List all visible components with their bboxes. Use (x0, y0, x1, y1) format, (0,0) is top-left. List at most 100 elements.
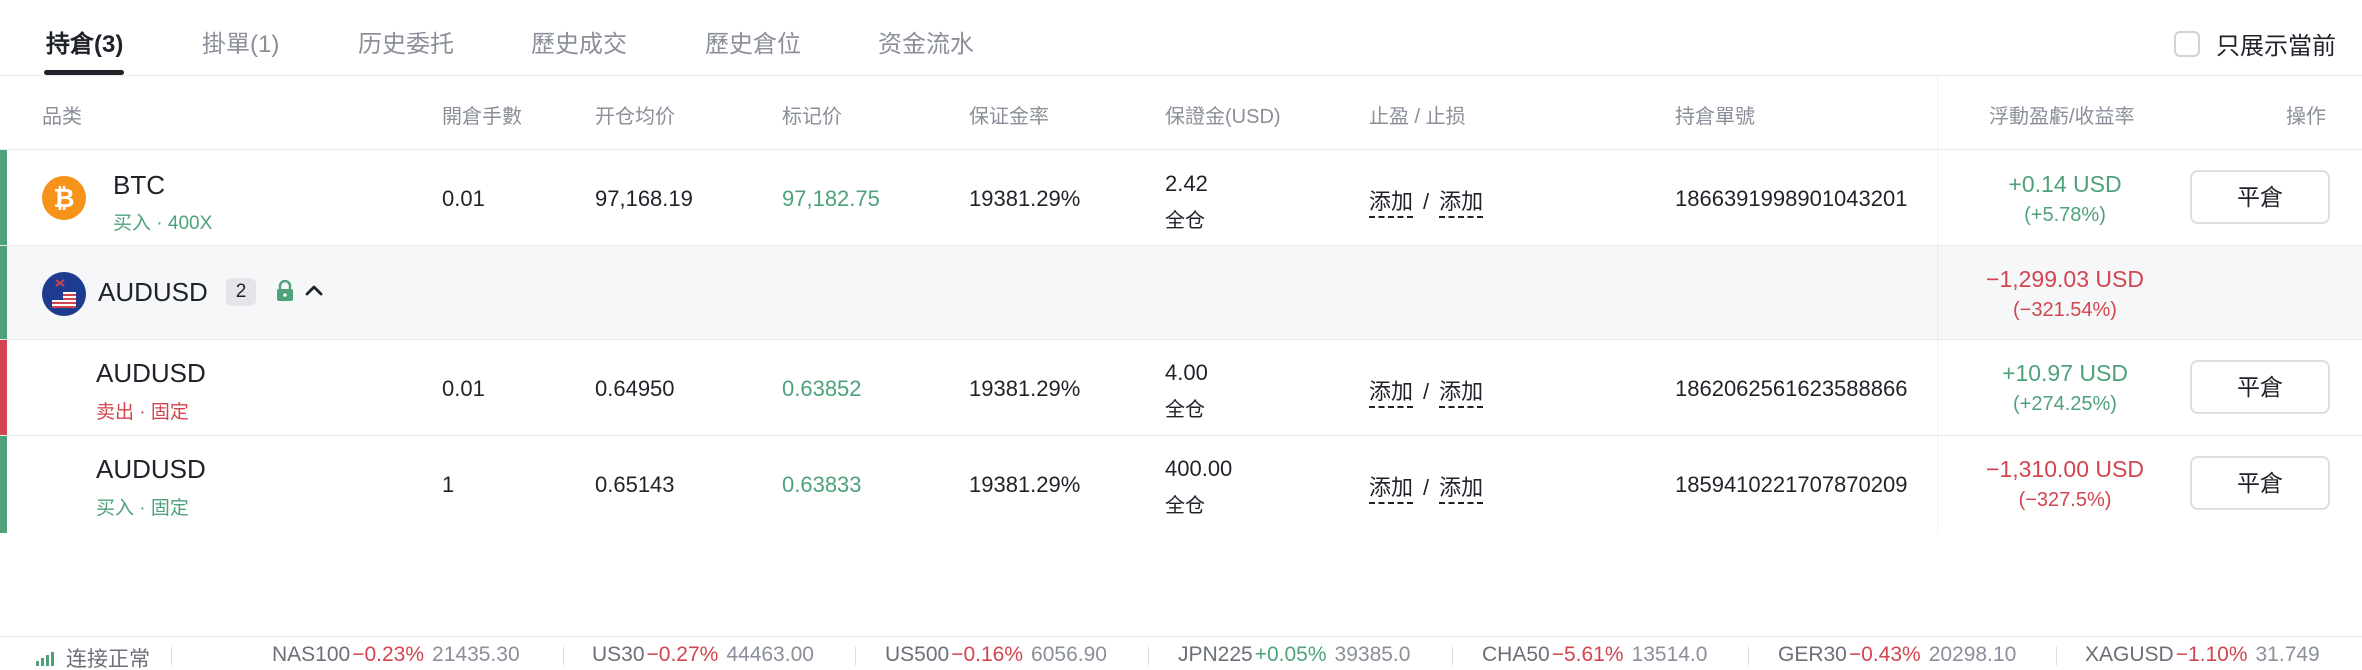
close-position-button[interactable]: 平倉 (2190, 360, 2330, 414)
col-lots: 開倉手數 (442, 106, 522, 128)
table-row: ₿ BTC 买入 · 400X 0.01 97,168.19 97,182.75… (0, 150, 2362, 246)
ticker-change: −0.43% (1848, 643, 1921, 666)
ticker-divider (2056, 647, 2057, 665)
group-side-indicator (0, 246, 7, 339)
ticker-item[interactable]: JPN225+0.05% 39385.0 (1178, 643, 1410, 667)
lots-value: 0.01 (442, 376, 485, 401)
pnl-rate: (+5.78%) (2024, 204, 2106, 226)
ticker-price: 21435.30 (432, 643, 520, 666)
margin-value: 4.00 (1165, 360, 1208, 385)
ticker-symbol: US30 (592, 643, 645, 666)
tab-order-history[interactable]: 历史委托 (358, 24, 454, 59)
lock-icon (276, 279, 294, 307)
only-current-label: 只展示當前 (2216, 33, 2336, 60)
add-take-profit-link[interactable]: 添加 (1369, 475, 1414, 504)
group-pnl-rate: (−321.54%) (2013, 299, 2117, 321)
ticker-item[interactable]: US30−0.27% 44463.00 (592, 643, 814, 667)
ticker-change: +0.05% (1254, 643, 1327, 666)
buy-side-indicator (0, 436, 7, 533)
group-symbol-name: AUDUSD (98, 277, 208, 307)
ticker-change: −1.10% (2175, 643, 2248, 666)
tp-sl-cell: 添加 / 添加 (1369, 184, 1484, 218)
close-position-button[interactable]: 平倉 (2190, 170, 2330, 224)
col-avg-price: 开仓均价 (595, 106, 675, 128)
margin-mode: 全仓 (1165, 399, 1205, 421)
margin-value: 2.42 (1165, 171, 1208, 196)
connection-status-label: 连接正常 (66, 648, 150, 670)
avg-price-value: 0.64950 (595, 376, 675, 401)
tab-positions[interactable]: 持倉(3) (46, 24, 123, 59)
col-margin: 保證金(USD) (1165, 106, 1281, 128)
ticker-item[interactable]: US500−0.16% 6056.90 (885, 643, 1107, 667)
tab-position-history[interactable]: 歷史倉位 (705, 24, 801, 59)
ticker-change: −0.23% (352, 643, 425, 666)
group-row[interactable]: AUDUSD 2 −1,299.03 USD (−321.54%) (0, 246, 2362, 340)
order-id: 1859410221707870209 (1675, 472, 1908, 497)
pnl-rate: (−327.5%) (2018, 489, 2112, 511)
table-row: AUDUSD 卖出 · 固定 0.01 0.64950 0.63852 1938… (0, 340, 2362, 436)
ticker-divider (1748, 647, 1749, 665)
ticker-symbol: NAS100 (272, 643, 351, 666)
pnl-value: +0.14 USD (2008, 171, 2122, 197)
ticker-symbol: JPN225 (1178, 643, 1253, 666)
order-id: 1862062561623588866 (1675, 376, 1908, 401)
add-stop-loss-link[interactable]: 添加 (1439, 475, 1484, 504)
add-stop-loss-link[interactable]: 添加 (1439, 189, 1484, 218)
pnl-value: +10.97 USD (2002, 360, 2128, 386)
group-count: 2 (226, 278, 256, 306)
lots-value: 1 (442, 472, 455, 497)
tp-sl-cell: 添加 / 添加 (1369, 470, 1484, 504)
margin-rate-value: 19381.29% (969, 376, 1081, 401)
ticker-divider (1148, 647, 1149, 665)
position-side: 买入 · 400X (113, 213, 213, 234)
col-symbol: 品类 (42, 106, 82, 128)
group-pnl-value: −1,299.03 USD (1986, 266, 2144, 292)
tab-fund-flow[interactable]: 资金流水 (878, 24, 974, 59)
only-current-checkbox[interactable] (2174, 30, 2200, 57)
mark-price-value: 97,182.75 (782, 186, 880, 211)
col-mark-price: 标记价 (782, 106, 842, 128)
ticker-divider (1452, 647, 1453, 665)
table-row: AUDUSD 买入 · 固定 1 0.65143 0.63833 19381.2… (0, 436, 2362, 533)
ticker-symbol: US500 (885, 643, 950, 666)
col-margin-rate: 保证金率 (969, 106, 1049, 128)
ticker-item[interactable]: CHA50−5.61% 13514.0 (1482, 643, 1707, 667)
add-stop-loss-link[interactable]: 添加 (1439, 379, 1484, 408)
position-tabs: 持倉(3) 掛單(1) 历史委托 歷史成交 歷史倉位 资金流水 只展示當前 (0, 0, 2362, 76)
add-take-profit-link[interactable]: 添加 (1369, 379, 1414, 408)
ticker-symbol: XAGUSD (2085, 643, 2174, 666)
tab-trade-history[interactable]: 歷史成交 (531, 24, 627, 59)
margin-rate-value: 19381.29% (969, 472, 1081, 497)
tab-pending-orders[interactable]: 掛單(1) (202, 24, 279, 59)
ticker-symbol: GER30 (1778, 643, 1847, 666)
add-take-profit-link[interactable]: 添加 (1369, 189, 1414, 218)
ticker-price: 20298.10 (1928, 643, 2017, 666)
pnl-cell: +10.97 USD (+274.25%) (1975, 360, 2155, 416)
avg-price-value: 97,168.19 (595, 186, 693, 211)
position-side: 卖出 · 固定 (96, 402, 189, 423)
ticker-price: 13514.0 (1631, 643, 1708, 666)
ticker-divider (171, 647, 172, 665)
tp-sl-cell: 添加 / 添加 (1369, 374, 1484, 408)
sticky-column-shadow (1937, 76, 1939, 533)
ticker-item[interactable]: NAS100−0.23% 21435.30 (272, 643, 520, 667)
margin-mode: 全仓 (1165, 210, 1205, 232)
group-count-badge: 2 (226, 278, 256, 306)
close-position-button[interactable]: 平倉 (2190, 456, 2330, 510)
margin-value: 400.00 (1165, 456, 1233, 481)
aud-usd-flag-icon (42, 272, 86, 321)
table-header: 品类 開倉手數 开仓均价 标记价 保证金率 保證金(USD) 止盈 / 止损 持… (0, 76, 2362, 150)
ticker-change: −5.61% (1551, 643, 1624, 666)
ticker-divider (855, 647, 856, 665)
chevron-up-icon[interactable] (304, 282, 324, 303)
ticker-symbol: CHA50 (1482, 643, 1550, 666)
signal-bars-icon (36, 650, 56, 666)
pnl-cell: +0.14 USD (+5.78%) (1975, 171, 2155, 227)
only-current-toggle[interactable]: 只展示當前 (2174, 26, 2336, 61)
svg-text:₿: ₿ (53, 184, 74, 214)
ticker-item[interactable]: XAGUSD−1.10% 31.749 (2085, 643, 2320, 667)
connection-status: 连接正常 (36, 643, 150, 670)
symbol-name: AUDUSD (96, 358, 206, 388)
order-id: 1866391998901043201 (1675, 186, 1908, 211)
ticker-item[interactable]: GER30−0.43% 20298.10 (1778, 643, 2016, 667)
